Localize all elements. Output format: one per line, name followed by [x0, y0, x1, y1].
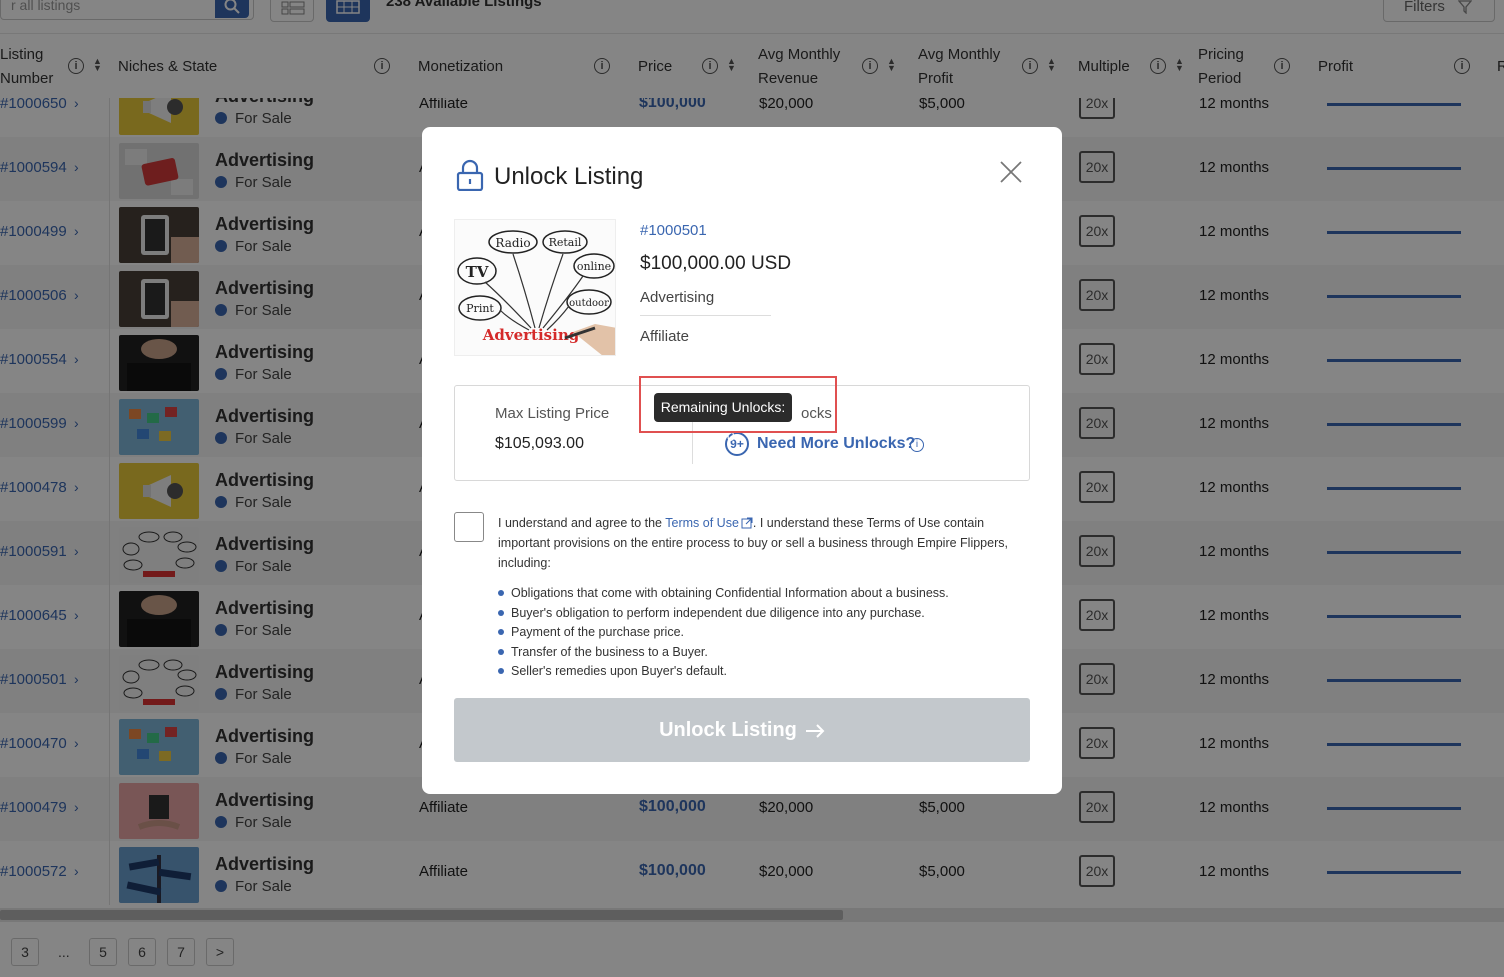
image-word-online: online [577, 260, 611, 273]
listing-price: $100,000.00 USD [640, 253, 792, 274]
image-word-radio: Radio [495, 236, 530, 250]
external-link-icon [741, 517, 753, 529]
terms-of-use-link[interactable]: Terms of Use [665, 516, 739, 530]
image-word-outdoor: outdoor [569, 298, 609, 309]
terms-bullet-list: Obligations that come with obtaining Con… [498, 584, 1028, 682]
max-listing-price-label: Max Listing Price [495, 405, 610, 422]
listing-niche: Advertising [640, 289, 715, 306]
terms-bullet-item: Transfer of the business to a Buyer. [498, 643, 1028, 663]
need-more-unlocks-link[interactable]: Need More Unlocks? [757, 435, 915, 453]
image-word-tv: TV [466, 263, 489, 281]
bullet-dot-icon [498, 609, 504, 616]
image-word-print: Print [466, 302, 494, 315]
bullet-dot-icon [498, 590, 504, 596]
divider [640, 315, 771, 316]
image-word-advertising: Advertising [482, 326, 580, 344]
terms-bullet-item: Seller's remedies upon Buyer's default. [498, 662, 1028, 682]
info-icon[interactable]: i [910, 438, 924, 452]
listing-monetization: Affiliate [640, 328, 689, 345]
arrow-right-icon [805, 724, 825, 738]
agree-terms-checkbox[interactable] [454, 512, 484, 542]
agree-terms-text: I understand and agree to the Terms of U… [498, 516, 1008, 570]
terms-bullet-item: Obligations that come with obtaining Con… [498, 584, 1028, 604]
listing-number-link[interactable]: #1000501 [640, 222, 707, 239]
bullet-dot-icon [498, 668, 504, 675]
terms-bullet-item: Payment of the purchase price. [498, 623, 1028, 643]
terms-bullet-item: Buyer's obligation to perform independen… [498, 604, 1028, 624]
modal-title: Unlock Listing [494, 163, 644, 190]
bullet-dot-icon [498, 648, 504, 655]
unlock-listing-button[interactable]: Unlock Listing [454, 698, 1030, 762]
lock-icon [456, 159, 484, 191]
bullet-dot-icon [498, 629, 504, 636]
close-icon[interactable] [998, 159, 1024, 185]
highlight-box [639, 376, 837, 433]
max-listing-price-value: $105,093.00 [495, 435, 584, 452]
listing-thumbnail: Radio Retail TV online Print outdoor Adv… [454, 219, 616, 356]
unlock-listing-modal: Unlock Listing Radio Retail TV online Pr… [422, 127, 1062, 794]
image-word-retail: Retail [549, 236, 582, 249]
